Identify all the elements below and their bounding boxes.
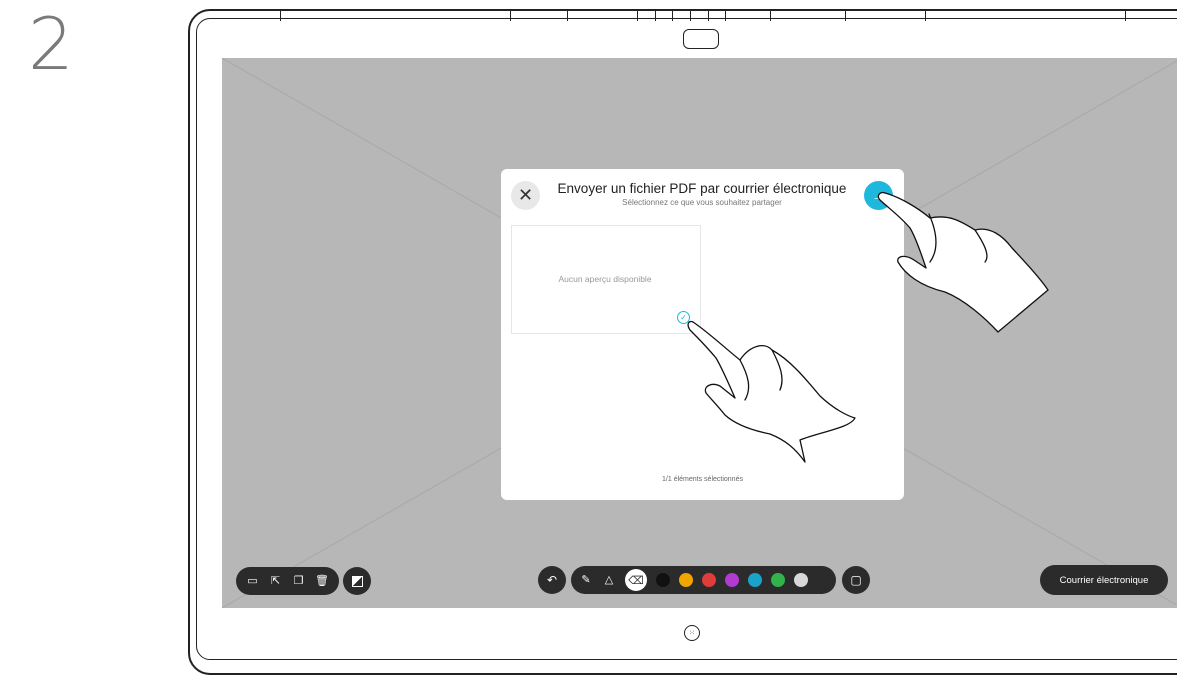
color-red[interactable] — [702, 573, 716, 587]
undo-icon: ↶ — [546, 573, 558, 587]
color-black[interactable] — [656, 573, 670, 587]
sticky-note-button[interactable]: ▢ — [842, 566, 870, 594]
camera-icon — [683, 29, 719, 49]
eraser-icon[interactable]: ⌫ — [625, 569, 647, 591]
no-preview-text: Aucun aperçu disponible — [558, 274, 652, 284]
step-number: 2 — [28, 2, 74, 86]
selection-status: 1/1 éléments sélectionnés — [662, 476, 743, 483]
whiteboard-button[interactable] — [343, 567, 371, 595]
bezel-tick — [925, 9, 926, 21]
bezel-tick — [672, 9, 673, 21]
bezel-tick — [690, 9, 691, 21]
bezel-tick — [725, 9, 726, 21]
sticky-note-icon: ▢ — [850, 573, 862, 587]
color-light-gray[interactable] — [794, 573, 808, 587]
selected-check-icon[interactable]: ✓ — [677, 311, 690, 324]
copy-icon[interactable]: ❐ — [292, 575, 305, 587]
email-pdf-dialog — [501, 169, 904, 500]
bezel-tick — [708, 9, 709, 21]
email-button[interactable]: Courrier électronique — [1040, 565, 1168, 595]
arrow-right-icon: → — [871, 187, 886, 204]
trash-icon[interactable]: 🗑 — [315, 575, 329, 587]
bezel-tick — [1125, 9, 1126, 21]
export-icon[interactable]: ⇱ — [269, 575, 282, 587]
color-blue[interactable] — [748, 573, 762, 587]
bezel-tick — [845, 9, 846, 21]
folder-open-icon[interactable]: ▭ — [246, 575, 259, 587]
pen-icon[interactable]: ✎ — [579, 574, 593, 586]
bezel-tick — [655, 9, 656, 21]
shapes-icon[interactable]: △ — [602, 574, 616, 586]
bezel-tick — [510, 9, 511, 21]
bezel-tick — [280, 9, 281, 21]
close-icon: ✕ — [517, 185, 534, 205]
color-green[interactable] — [771, 573, 785, 587]
color-orange[interactable] — [679, 573, 693, 587]
send-button[interactable]: → — [864, 181, 893, 210]
bezel-tick — [567, 9, 568, 21]
close-button[interactable]: ✕ — [511, 181, 540, 210]
file-actions-toolbar: ▭ ⇱ ❐ 🗑 — [236, 567, 339, 595]
dialog-title: Envoyer un fichier PDF par courrier élec… — [557, 181, 847, 196]
whiteboard-icon — [351, 575, 363, 587]
bezel-tick — [637, 9, 638, 21]
color-purple[interactable] — [725, 573, 739, 587]
dialog-subtitle: Sélectionnez ce que vous souhaitez parta… — [622, 198, 782, 207]
undo-button[interactable]: ↶ — [538, 566, 566, 594]
bezel-tick — [770, 9, 771, 21]
drawing-toolbar: ✎ △ ⌫ — [571, 566, 836, 594]
app-grid-icon[interactable]: ⁙ — [684, 625, 700, 641]
